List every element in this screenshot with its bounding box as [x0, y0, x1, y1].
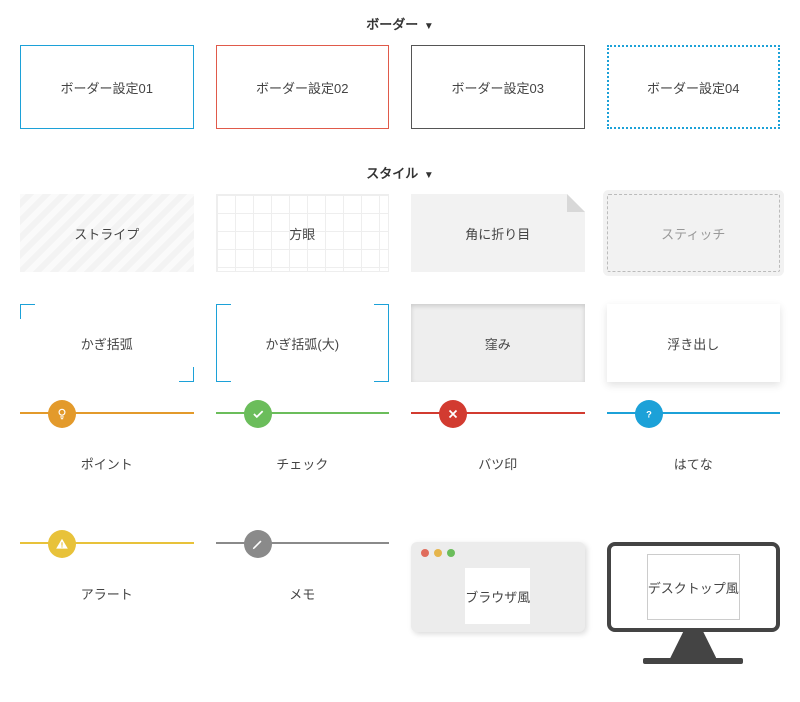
label: ボーダー設定03	[452, 78, 544, 97]
traffic-light-icon	[421, 549, 455, 557]
style-bracket-lg[interactable]: かぎ括弧(大)	[216, 304, 390, 382]
label: ストライプ	[74, 224, 139, 243]
border-option-3[interactable]: ボーダー設定03	[411, 45, 585, 129]
label: バツ印	[478, 454, 517, 473]
label: アラート	[81, 584, 133, 603]
label: ボーダー設定01	[61, 78, 153, 97]
lightbulb-icon	[48, 400, 76, 428]
label: ボーダー設定02	[256, 78, 348, 97]
style-desktop[interactable]: デスクトップ風	[607, 542, 781, 632]
label: 浮き出し	[667, 334, 719, 353]
style-stripe[interactable]: ストライプ	[20, 194, 194, 272]
label: かぎ括弧	[81, 334, 133, 353]
label: かぎ括弧(大)	[265, 334, 339, 353]
style-graph[interactable]: 方眼	[216, 194, 390, 272]
label: スティッチ	[661, 224, 725, 243]
section-title: ボーダー	[366, 17, 418, 32]
style-bracket[interactable]: かぎ括弧	[20, 304, 194, 382]
style-point[interactable]: ポイント	[20, 412, 194, 502]
label: デスクトップ風	[648, 578, 739, 597]
style-sunken[interactable]: 窪み	[411, 304, 585, 382]
check-icon	[244, 400, 272, 428]
border-option-2[interactable]: ボーダー設定02	[216, 45, 390, 129]
label: メモ	[289, 584, 315, 603]
label: ボーダー設定04	[647, 78, 739, 97]
label: ブラウザ風	[465, 587, 530, 606]
label: 角に折り目	[465, 224, 530, 243]
label: チェック	[276, 454, 328, 473]
border-grid: ボーダー設定01 ボーダー設定02 ボーダー設定03 ボーダー設定04	[20, 45, 780, 129]
cross-icon	[439, 400, 467, 428]
chevron-down-icon: ▼	[424, 21, 434, 32]
style-memo[interactable]: メモ	[216, 542, 390, 632]
section-title: スタイル	[366, 166, 418, 181]
pencil-icon	[244, 530, 272, 558]
chevron-down-icon: ▼	[424, 170, 434, 181]
style-check[interactable]: チェック	[216, 412, 390, 502]
style-alert[interactable]: アラート	[20, 542, 194, 632]
label: 方眼	[289, 224, 315, 243]
alert-icon	[48, 530, 76, 558]
svg-text:?: ?	[646, 410, 652, 420]
style-grid-1: ストライプ 方眼 角に折り目 スティッチ かぎ括弧 かぎ括弧(大) 窪み 浮き出…	[20, 194, 780, 382]
style-hatena[interactable]: ? はてな	[607, 412, 781, 502]
section-header-style[interactable]: スタイル ▼	[20, 159, 780, 194]
style-raised[interactable]: 浮き出し	[607, 304, 781, 382]
label: はてな	[674, 454, 713, 473]
section-header-border[interactable]: ボーダー ▼	[20, 10, 780, 45]
border-option-4[interactable]: ボーダー設定04	[607, 45, 781, 129]
label: ポイント	[81, 454, 133, 473]
style-browser[interactable]: ブラウザ風	[411, 542, 585, 632]
border-option-1[interactable]: ボーダー設定01	[20, 45, 194, 129]
style-fold[interactable]: 角に折り目	[411, 194, 585, 272]
label: 窪み	[485, 334, 511, 353]
style-grid-2: ポイント チェック バツ印 ? はてな アラート メモ ブラウザ風 デスクト	[20, 412, 780, 632]
question-icon: ?	[635, 400, 663, 428]
monitor-stand-icon	[643, 658, 743, 664]
style-stitch[interactable]: スティッチ	[607, 194, 781, 272]
style-batsu[interactable]: バツ印	[411, 412, 585, 502]
